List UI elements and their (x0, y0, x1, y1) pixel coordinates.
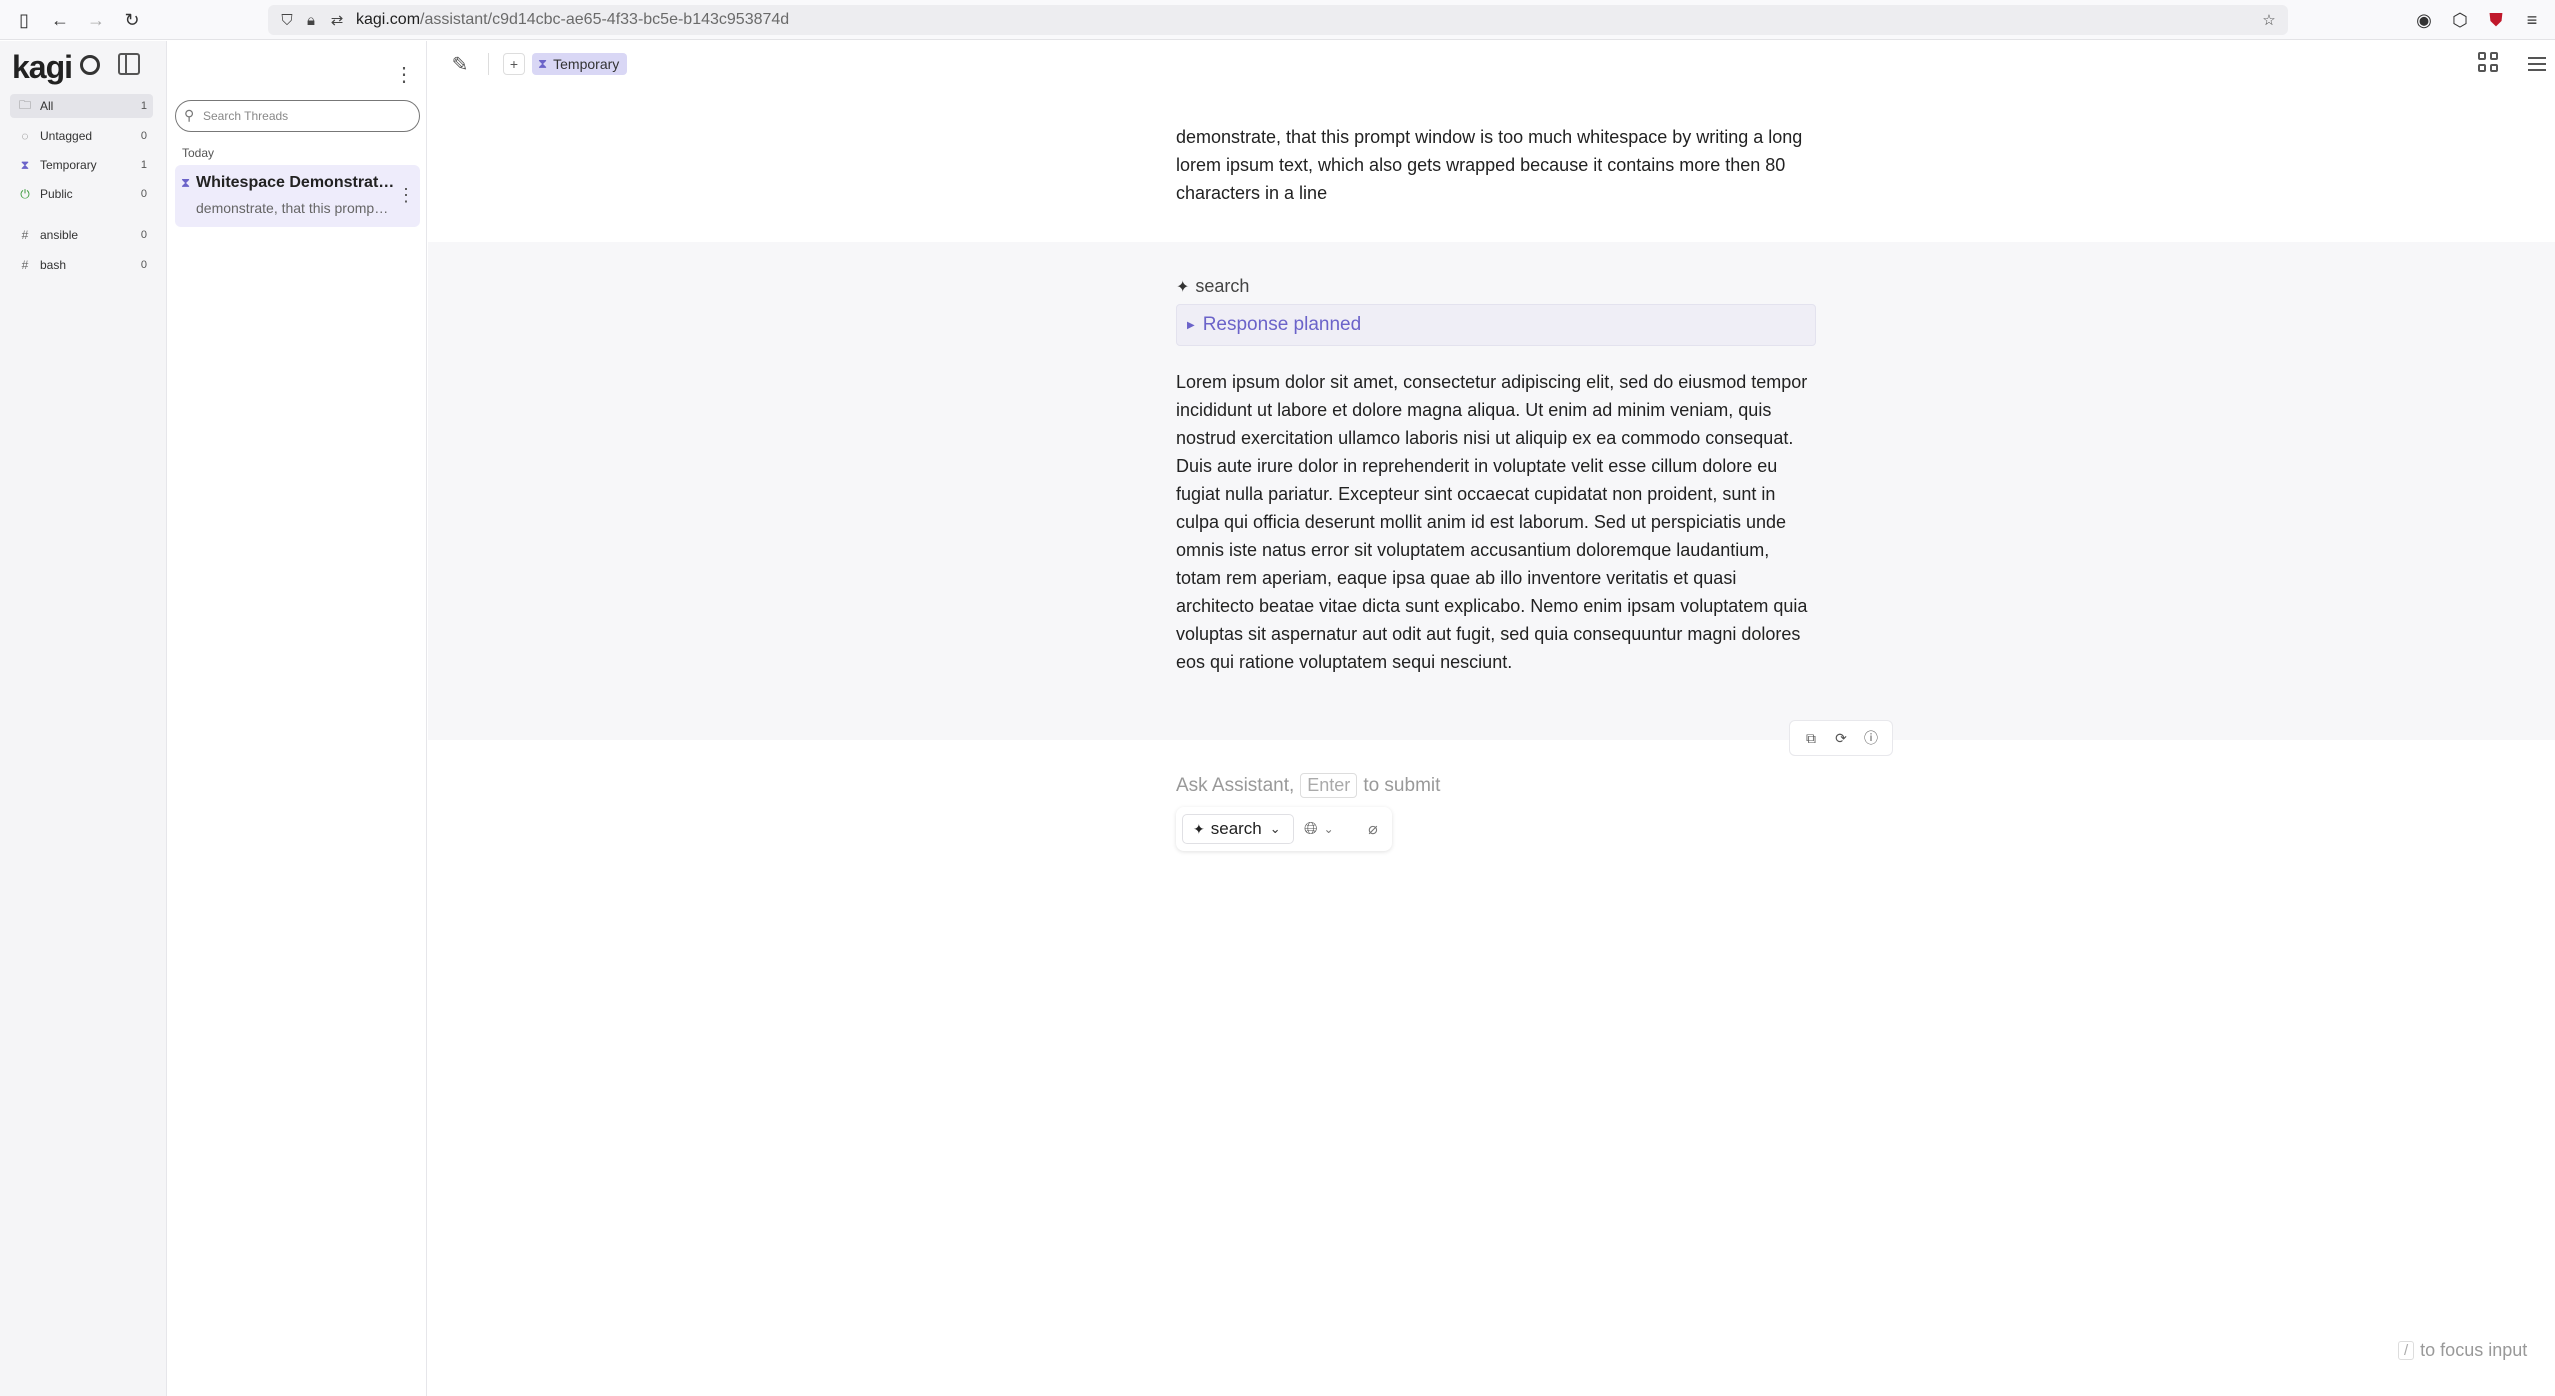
sidebar-item-count: 0 (140, 259, 147, 271)
kagi-doggo-icon (80, 55, 100, 75)
threads-menu-icon[interactable]: ⋮ (394, 61, 414, 87)
info-icon[interactable]: ⓘ (1860, 727, 1882, 749)
hourglass-icon: ⧗ (20, 157, 30, 172)
sidebar-item-label: Temporary (40, 158, 97, 172)
model-select-value: search (1210, 819, 1262, 838)
search-icon: ⚲ (184, 107, 195, 123)
focus-hint-text: to focus input (2420, 1340, 2528, 1360)
browser-toolbar: ▯ ← → ↻ ⛉ 🔒︎ ⇄ kagi.com/assistant/c9d14c… (0, 0, 2555, 40)
sidebar-item-label: Public (40, 187, 73, 201)
response-planned-toggle[interactable]: ▶ Response planned (1176, 304, 1816, 346)
add-tag-button[interactable]: + (503, 53, 525, 75)
thread-group-label: Today (182, 146, 215, 160)
sidebar-item-ansible[interactable]: # ansible 0 (10, 223, 153, 247)
hash-icon: # (21, 258, 29, 272)
tag-label: Temporary (553, 56, 620, 72)
account-icon[interactable]: ◉ (2412, 8, 2436, 32)
sidebar-item-count: 0 (140, 130, 147, 142)
main-header: ✎ + ⧗ Temporary (428, 41, 2555, 87)
copy-icon[interactable]: ⧉ (1800, 727, 1822, 749)
sidebar-item-label: ansible (40, 228, 79, 242)
sidebar-item-all[interactable]: 🗀 All 1 (10, 94, 153, 118)
url-host: kagi.com (356, 11, 421, 28)
ask-suffix: to submit (1363, 774, 1441, 796)
header-divider (488, 53, 489, 75)
temporary-tag[interactable]: ⧗ Temporary (532, 53, 628, 75)
forward-icon[interactable]: → (84, 8, 108, 32)
sidebar-item-count: 0 (140, 229, 147, 241)
shield-icon[interactable]: ⛉ (276, 9, 298, 31)
sidebar-item-count: 1 (140, 100, 147, 112)
attach-file-icon[interactable]: ⌀ (1360, 816, 1386, 842)
search-threads-box[interactable]: ⚲ (175, 100, 420, 132)
enter-key-hint: Enter (1300, 773, 1358, 798)
disclosure-triangle-icon: ▶ (1187, 319, 1195, 331)
url-bar[interactable]: ⛉ 🔒︎ ⇄ kagi.com/assistant/c9d14cbc-ae65-… (268, 5, 2288, 35)
thread-item[interactable]: ⧗ Whitespace Demonstration demonstrate, … (175, 165, 420, 227)
assistant-message-block: ✦ search ▶ Response planned Lorem ipsum … (428, 242, 2555, 740)
circle-dashed-icon: ◌ (21, 129, 29, 143)
user-message-text: demonstrate, that this prompt window is … (1176, 127, 1803, 203)
back-icon[interactable]: ← (48, 8, 72, 32)
tags-sidebar: kagi 🗀 All 1 ◌ Untagged 0 ⧗ Temporary 1 … (0, 41, 167, 1396)
input-toolbar: ✦ search ⌄ 🌐︎ ⌄ ⌀ (1176, 807, 1392, 851)
kagi-logo[interactable]: kagi (12, 49, 73, 86)
search-threads-input[interactable] (203, 105, 403, 127)
url-path: /assistant/c9d14cbc-ae65-4f33-bc5e-b143c… (420, 11, 790, 28)
lock-icon[interactable]: 🔒︎ (300, 9, 322, 31)
threads-panel: ⋮ ⚲ Today ⧗ Whitespace Demonstration dem… (168, 41, 427, 1396)
url-text[interactable]: kagi.com/assistant/c9d14cbc-ae65-4f33-bc… (356, 11, 789, 29)
collapse-sidebar-icon[interactable] (118, 53, 140, 75)
grid-view-icon[interactable] (2478, 52, 2502, 76)
ublock-shield-icon[interactable]: ⛊ (2484, 8, 2508, 32)
message-actions: ⧉ ⟳ ⓘ (1789, 720, 1893, 756)
bookmark-star-icon[interactable]: ☆ (2258, 9, 2280, 31)
chevron-down-icon: ⌄ (1323, 822, 1334, 836)
globe-icon: 🌐︎ (1304, 819, 1318, 838)
regenerate-icon[interactable]: ⟳ (1830, 727, 1852, 749)
extensions-icon[interactable]: ⬡ (2448, 8, 2472, 32)
sidebar-item-label: All (40, 99, 54, 113)
thread-title: Whitespace Demonstration (196, 174, 396, 191)
sidebar-item-count: 0 (140, 188, 147, 200)
hamburger-menu-icon[interactable] (2525, 52, 2549, 76)
sidebar-item-temporary[interactable]: ⧗ Temporary 1 (10, 153, 153, 177)
browser-menu-icon[interactable]: ≡ (2520, 8, 2544, 32)
sparkle-icon: ✦ (1176, 278, 1190, 296)
hourglass-icon: ⧗ (181, 175, 191, 190)
web-access-dropdown[interactable]: 🌐︎ ⌄ (1304, 816, 1350, 842)
focus-input-hint: / to focus input (2398, 1340, 2527, 1361)
reload-icon[interactable]: ↻ (120, 8, 144, 32)
permissions-icon[interactable]: ⇄ (326, 9, 348, 31)
hourglass-icon: ⧗ (538, 56, 548, 71)
sidebar-item-public[interactable]: ⏻ Public 0 (10, 182, 153, 206)
response-planned-label: Response planned (1202, 314, 1362, 335)
model-label: ✦ search (1176, 276, 1249, 297)
thread-snippet: demonstrate, that this prompt window is … (196, 200, 391, 216)
ask-assistant-input[interactable]: Ask Assistant, Enter to submit (1176, 773, 1440, 798)
thread-options-icon[interactable]: ⋮ (397, 181, 415, 209)
new-thread-edit-icon[interactable]: ✎ (448, 52, 472, 76)
sidebar-item-untagged[interactable]: ◌ Untagged 0 (10, 124, 153, 148)
sidebar-item-label: bash (40, 258, 67, 272)
sidebar-item-count: 1 (140, 159, 147, 171)
sidebar-item-label: Untagged (40, 129, 93, 143)
sidebar-item-bash[interactable]: # bash 0 (10, 253, 153, 277)
sidebar-toggle-icon[interactable]: ▯ (12, 8, 36, 32)
assistant-answer-text: Lorem ipsum dolor sit amet, consectetur … (1176, 372, 1808, 672)
user-message-block: demonstrate, that this prompt window is … (428, 87, 2555, 242)
slash-key-hint: / (2398, 1341, 2415, 1360)
hash-icon: # (21, 228, 29, 242)
power-icon: ⏻ (20, 186, 30, 201)
chevron-down-icon: ⌄ (1269, 821, 1281, 836)
sparkle-icon: ✦ (1193, 820, 1205, 837)
ask-prefix: Ask Assistant, (1176, 774, 1295, 796)
model-select-dropdown[interactable]: ✦ search ⌄ (1182, 814, 1294, 844)
model-name: search (1195, 276, 1250, 296)
folder-icon: 🗀 (18, 97, 31, 112)
